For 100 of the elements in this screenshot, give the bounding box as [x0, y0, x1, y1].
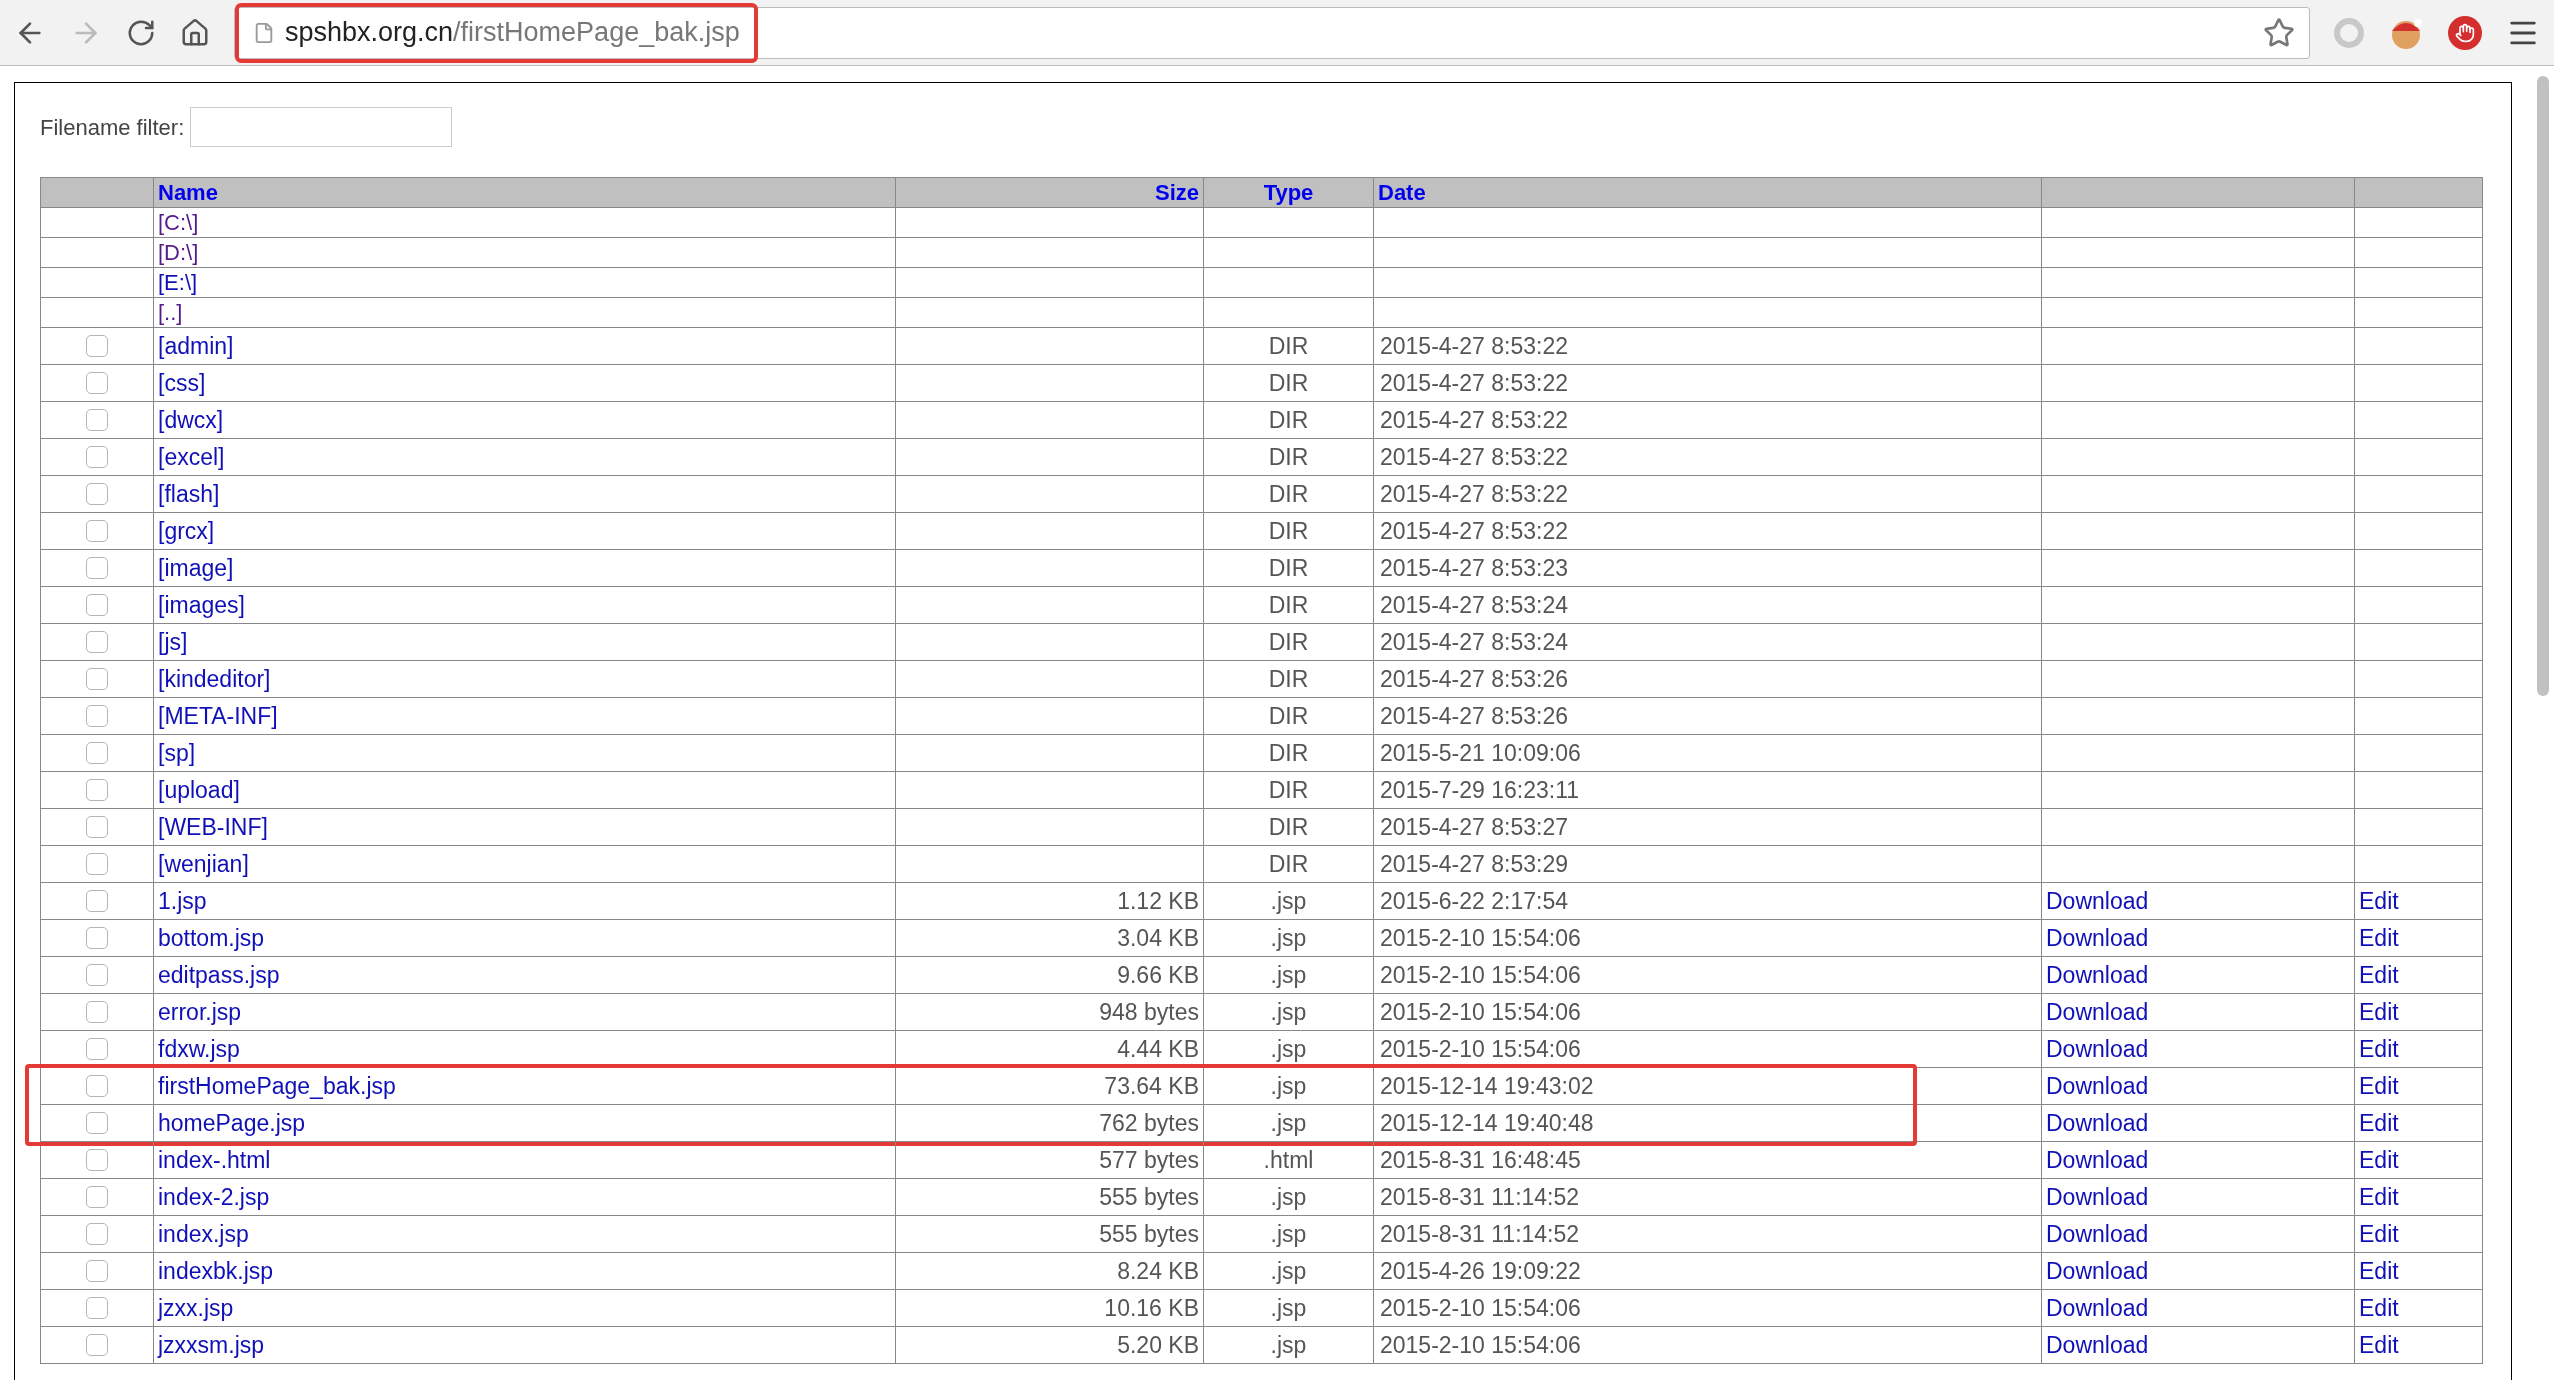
edit-link[interactable]: Edit — [2359, 1179, 2399, 1215]
file-link[interactable]: homePage.jsp — [158, 1105, 306, 1141]
stop-hand-icon[interactable] — [2448, 15, 2482, 50]
star-icon[interactable] — [2263, 16, 2295, 49]
file-link[interactable]: [js] — [158, 624, 188, 660]
download-link[interactable]: Download — [2046, 1068, 2149, 1104]
checkbox[interactable] — [86, 1112, 108, 1134]
download-link[interactable]: Download — [2046, 1031, 2149, 1067]
file-type: .jsp — [1270, 886, 1307, 916]
drive-link[interactable]: [D:\] — [158, 236, 199, 269]
edit-link[interactable]: Edit — [2359, 1031, 2399, 1067]
file-type: .jsp — [1270, 1071, 1307, 1101]
checkbox[interactable] — [86, 742, 108, 764]
file-link[interactable]: [excel] — [158, 439, 225, 475]
checkbox[interactable] — [86, 927, 108, 949]
checkbox[interactable] — [86, 1186, 108, 1208]
column-header[interactable]: Name — [158, 179, 218, 206]
checkbox[interactable] — [86, 1260, 108, 1282]
file-link[interactable]: indexbk.jsp — [158, 1253, 274, 1289]
file-link[interactable]: [META-INF] — [158, 698, 278, 734]
checkbox[interactable] — [86, 668, 108, 690]
edit-link[interactable]: Edit — [2359, 1216, 2399, 1252]
edit-link[interactable]: Edit — [2359, 920, 2399, 956]
download-link[interactable]: Download — [2046, 1142, 2149, 1178]
file-link[interactable]: [grcx] — [158, 513, 215, 549]
file-link[interactable]: fdxw.jsp — [158, 1031, 240, 1067]
file-link[interactable]: [css] — [158, 365, 206, 401]
file-link[interactable]: error.jsp — [158, 994, 242, 1030]
file-link[interactable]: index-2.jsp — [158, 1179, 270, 1215]
drive-link[interactable]: [E:\] — [158, 266, 198, 299]
checkbox[interactable] — [86, 705, 108, 727]
checkbox[interactable] — [86, 964, 108, 986]
file-link[interactable]: [WEB-INF] — [158, 809, 268, 845]
checkbox[interactable] — [86, 483, 108, 505]
file-link[interactable]: index-.html — [158, 1142, 271, 1178]
checkbox[interactable] — [86, 409, 108, 431]
checkbox[interactable] — [86, 1075, 108, 1097]
download-link[interactable]: Download — [2046, 994, 2149, 1030]
download-link[interactable]: Download — [2046, 1327, 2149, 1363]
checkbox[interactable] — [86, 1223, 108, 1245]
file-link[interactable]: jzxx.jsp — [158, 1290, 234, 1326]
download-link[interactable]: Download — [2046, 1216, 2149, 1252]
file-link[interactable]: index.jsp — [158, 1216, 249, 1252]
file-link[interactable]: [wenjian] — [158, 846, 249, 882]
file-link[interactable]: [flash] — [158, 476, 220, 512]
download-link[interactable]: Download — [2046, 1290, 2149, 1326]
checkbox[interactable] — [86, 853, 108, 875]
filter-input[interactable] — [190, 107, 453, 147]
home-icon[interactable] — [180, 17, 210, 48]
edit-link[interactable]: Edit — [2359, 1068, 2399, 1104]
checkbox[interactable] — [86, 557, 108, 579]
file-link[interactable]: [dwcx] — [158, 402, 224, 438]
checkbox[interactable] — [86, 631, 108, 653]
edit-link[interactable]: Edit — [2359, 1105, 2399, 1141]
file-size: 555 bytes — [1099, 1182, 1199, 1212]
file-link[interactable]: [admin] — [158, 328, 234, 364]
checkbox[interactable] — [86, 1038, 108, 1060]
file-link[interactable]: jzxxsm.jsp — [158, 1327, 265, 1363]
file-link[interactable]: [image] — [158, 550, 234, 586]
edit-link[interactable]: Edit — [2359, 994, 2399, 1030]
column-header[interactable]: Type — [1263, 179, 1314, 206]
file-link[interactable]: [images] — [158, 587, 245, 623]
column-header[interactable]: Date — [1378, 179, 1426, 206]
edit-link[interactable]: Edit — [2359, 1253, 2399, 1289]
download-link[interactable]: Download — [2046, 920, 2149, 956]
edit-link[interactable]: Edit — [2359, 883, 2399, 919]
download-link[interactable]: Download — [2046, 1179, 2149, 1215]
checkbox[interactable] — [86, 1149, 108, 1171]
checkbox[interactable] — [86, 816, 108, 838]
drive-link[interactable]: [C:\] — [158, 206, 199, 239]
file-size: 1.12 KB — [1117, 886, 1199, 916]
file-size: 948 bytes — [1099, 997, 1199, 1027]
drive-link[interactable]: [..] — [158, 296, 183, 329]
scrollbar-thumb[interactable] — [2537, 76, 2549, 696]
checkbox[interactable] — [86, 594, 108, 616]
download-link[interactable]: Download — [2046, 1105, 2149, 1141]
checkbox[interactable] — [86, 1001, 108, 1023]
checkbox[interactable] — [86, 335, 108, 357]
edit-link[interactable]: Edit — [2359, 1290, 2399, 1326]
file-link[interactable]: [upload] — [158, 772, 240, 808]
checkbox[interactable] — [86, 890, 108, 912]
checkbox[interactable] — [86, 1297, 108, 1319]
file-link[interactable]: 1.jsp — [158, 883, 207, 919]
download-link[interactable]: Download — [2046, 1253, 2149, 1289]
download-link[interactable]: Download — [2046, 957, 2149, 993]
checkbox[interactable] — [86, 372, 108, 394]
file-link[interactable]: firstHomePage_bak.jsp — [158, 1068, 396, 1104]
edit-link[interactable]: Edit — [2359, 1327, 2399, 1363]
checkbox[interactable] — [86, 779, 108, 801]
file-link[interactable]: [sp] — [158, 735, 196, 771]
column-header[interactable]: Size — [1154, 179, 1199, 206]
download-link[interactable]: Download — [2046, 883, 2149, 919]
file-link[interactable]: [kindeditor] — [158, 661, 271, 697]
file-link[interactable]: bottom.jsp — [158, 920, 265, 956]
file-link[interactable]: editpass.jsp — [158, 957, 280, 993]
edit-link[interactable]: Edit — [2359, 1142, 2399, 1178]
checkbox[interactable] — [86, 446, 108, 468]
checkbox[interactable] — [86, 1334, 108, 1356]
checkbox[interactable] — [86, 520, 108, 542]
edit-link[interactable]: Edit — [2359, 957, 2399, 993]
